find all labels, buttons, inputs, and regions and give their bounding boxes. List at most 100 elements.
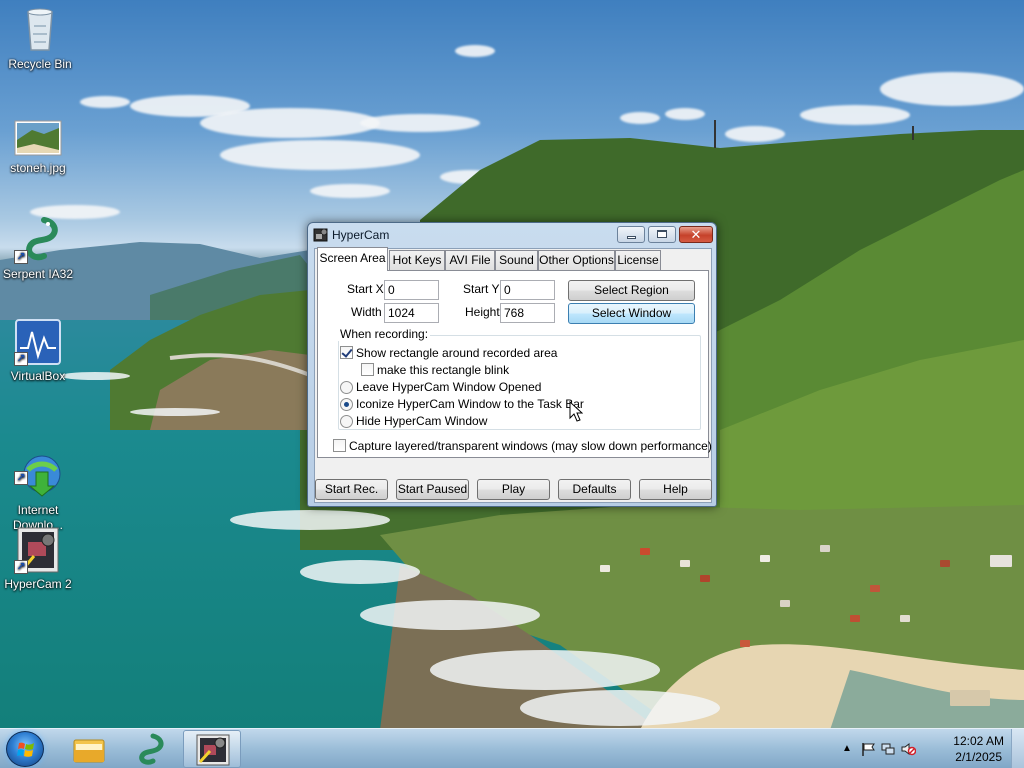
house [760, 555, 770, 562]
title-bar[interactable]: HyperCam ✕ [308, 223, 716, 247]
width-label: Width [351, 305, 382, 319]
show-rectangle-checkbox[interactable] [340, 346, 353, 359]
serpent-dragon-icon: ↗ [14, 216, 62, 264]
mouse-cursor-icon [569, 401, 583, 422]
window-client-area: Screen Area Hot Keys AVI File Sound Othe… [314, 247, 712, 503]
height-label: Height [465, 305, 500, 319]
show-hidden-icons-chevron[interactable]: ▲ [842, 742, 858, 756]
house [850, 615, 860, 622]
windows-logo-icon [17, 742, 34, 757]
screen-area-panel: Start X 0 Start Y 0 Select Region Width … [317, 270, 712, 458]
clock-date: 2/1/2025 [955, 750, 1002, 764]
house [640, 548, 650, 555]
taskbar-hypercam[interactable] [183, 730, 241, 768]
desktop-icon-label: stoneh.jpg [10, 161, 66, 175]
radio-leave-opened[interactable] [340, 381, 353, 394]
surf [130, 408, 220, 416]
start-y-field[interactable]: 0 [500, 280, 555, 300]
shortcut-arrow-icon: ↗ [14, 250, 28, 264]
house [820, 545, 830, 552]
house [950, 690, 990, 706]
width-field[interactable]: 1024 [384, 303, 439, 323]
start-x-label: Start X [347, 282, 384, 296]
desktop-icon-hypercam-2[interactable]: ↗ HyperCam 2 [0, 526, 76, 592]
volume-muted-icon[interactable] [900, 742, 916, 756]
hypercam-window[interactable]: HyperCam ✕ Screen Area Hot Keys AVI File… [307, 222, 717, 507]
tab-other-options[interactable]: Other Options [538, 250, 615, 270]
desktop-icon-serpent-ia32[interactable]: ↗ Serpent IA32 [0, 216, 76, 282]
close-button[interactable]: ✕ [679, 226, 713, 243]
show-rectangle-label[interactable]: Show rectangle around recorded area [356, 346, 557, 360]
house [600, 565, 610, 572]
tab-license[interactable]: License [615, 250, 661, 270]
virtualbox-icon: ↗ [14, 318, 62, 366]
desktop-icon-virtualbox[interactable]: ↗ VirtualBox [0, 318, 76, 384]
select-region-button[interactable]: Select Region [568, 280, 695, 301]
desktop-icon-label: Recycle Bin [8, 57, 72, 71]
height-field[interactable]: 768 [500, 303, 555, 323]
defaults-button[interactable]: Defaults [558, 479, 631, 500]
start-button[interactable] [6, 731, 44, 767]
when-recording-label: When recording: [338, 327, 431, 341]
hypercam-icon: ↗ [14, 526, 62, 574]
desktop-icon-stoneh-jpg[interactable]: stoneh.jpg [0, 120, 76, 176]
blink-checkbox[interactable] [361, 363, 374, 376]
surf [520, 690, 720, 726]
house [900, 615, 910, 622]
window-title: HyperCam [332, 228, 390, 242]
radio-hide-window-label[interactable]: Hide HyperCam Window [356, 414, 487, 428]
house [870, 585, 880, 592]
start-x-field[interactable]: 0 [384, 280, 439, 300]
minimize-icon [627, 236, 636, 239]
cliff [110, 290, 310, 430]
tab-avi-file[interactable]: AVI File [445, 250, 495, 270]
tab-sound[interactable]: Sound [495, 250, 538, 270]
taskbar-windows-explorer[interactable] [60, 730, 118, 768]
tab-screen-area[interactable]: Screen Area [317, 247, 388, 271]
house [700, 575, 710, 582]
play-button[interactable]: Play [477, 479, 550, 500]
network-icon[interactable] [880, 742, 896, 756]
hypercam-app-icon [313, 227, 329, 243]
taskbar-serpent[interactable] [121, 730, 179, 768]
house [740, 640, 750, 647]
cloud [80, 96, 130, 108]
start-paused-button[interactable]: Start Paused [396, 479, 469, 500]
start-rec-button[interactable]: Start Rec. [315, 479, 388, 500]
show-desktop-button[interactable] [1011, 729, 1024, 768]
capture-layered-checkbox[interactable] [333, 439, 346, 452]
action-center-flag-icon[interactable] [860, 742, 876, 756]
house [680, 560, 690, 567]
recycle-bin-icon [16, 6, 64, 54]
help-button[interactable]: Help [639, 479, 712, 500]
restore-icon [657, 230, 667, 238]
hypercam-icon [196, 734, 230, 766]
radio-leave-opened-label[interactable]: Leave HyperCam Window Opened [356, 380, 541, 394]
radio-tower [912, 126, 914, 140]
radio-hide-window[interactable] [340, 415, 353, 428]
desktop-icon-label: VirtualBox [10, 369, 66, 383]
serpent-dragon-icon [139, 733, 164, 765]
select-window-button[interactable]: Select Window [568, 303, 695, 324]
radio-iconize-taskbar-label[interactable]: Iconize HyperCam Window to the Task Bar [356, 397, 584, 411]
restore-button[interactable] [648, 226, 676, 243]
tab-hot-keys[interactable]: Hot Keys [389, 250, 445, 270]
shortcut-arrow-icon: ↗ [14, 560, 28, 574]
surf [430, 650, 660, 690]
clock[interactable]: 12:02 AM 2/1/2025 [953, 733, 1004, 765]
surf [360, 600, 540, 630]
capture-layered-label[interactable]: Capture layered/transparent windows (may… [349, 439, 712, 453]
desktop-icon-label: HyperCam 2 [4, 577, 72, 591]
blink-label[interactable]: make this rectangle blink [377, 363, 509, 377]
cloud [455, 45, 495, 57]
desktop-icon-label: Serpent IA32 [2, 267, 74, 281]
surf [300, 560, 420, 584]
image-file-icon [14, 120, 62, 158]
desktop-icon-recycle-bin[interactable]: Recycle Bin [2, 6, 78, 72]
taskbar: ▲ 12:02 AM 2/1/2025 [0, 728, 1024, 768]
minimize-button[interactable] [617, 226, 645, 243]
cloud [665, 108, 705, 120]
shortcut-arrow-icon: ↗ [14, 352, 28, 366]
radio-iconize-taskbar[interactable] [340, 398, 353, 411]
shortcut-arrow-icon: ↗ [14, 471, 28, 485]
